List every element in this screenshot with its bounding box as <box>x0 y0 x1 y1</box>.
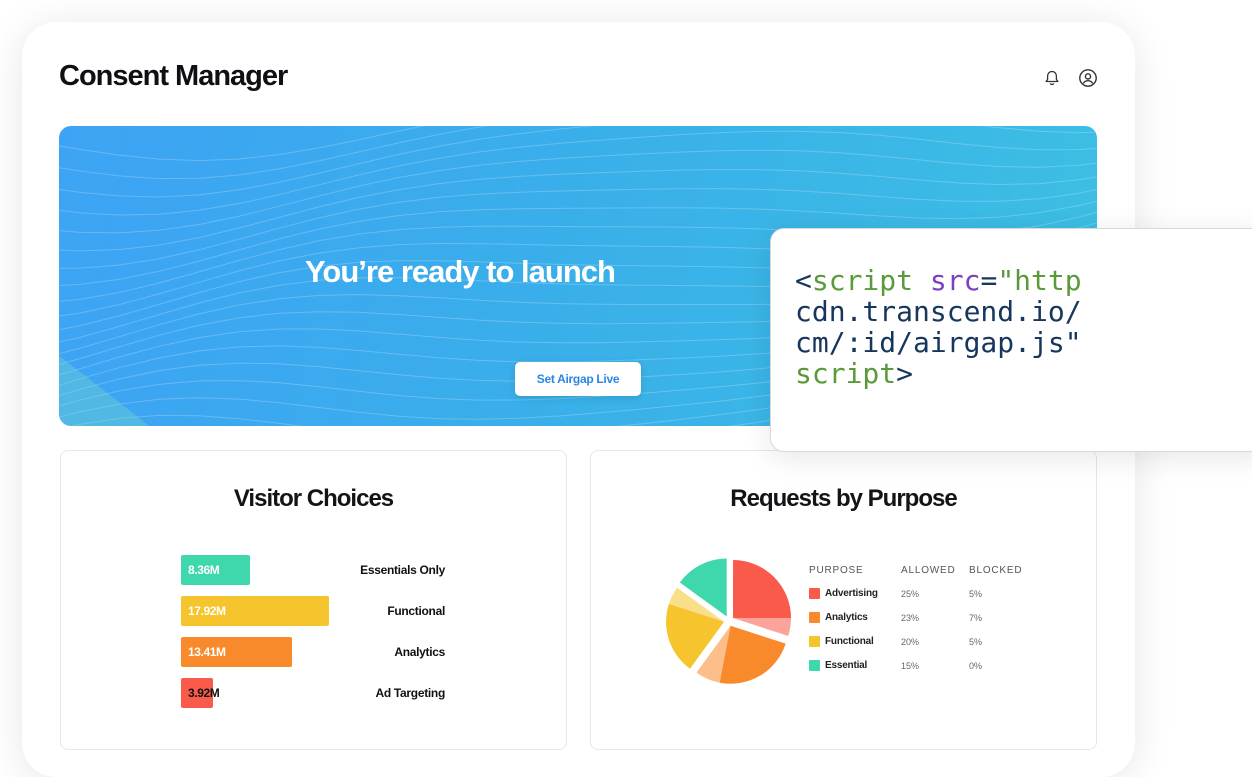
header-actions <box>1041 67 1099 89</box>
legend-swatch <box>809 588 820 599</box>
wave-line <box>59 126 426 162</box>
code-token: script <box>795 357 897 390</box>
legend-swatch <box>809 612 820 623</box>
legend-row: Functional 20% 5% <box>809 635 1009 649</box>
install-snippet-card: <script src="http cdn.transcend.io/ cm/:… <box>770 228 1252 452</box>
code-line: <script src="http <box>795 264 1082 297</box>
code-token: "http <box>997 264 1082 297</box>
legend-row: Essential 15% 0% <box>809 659 1009 673</box>
bar-category-label: Essentials Only <box>360 563 445 577</box>
legend-blocked-value: 5% <box>969 589 983 599</box>
user-circle-icon[interactable] <box>1077 67 1099 89</box>
legend-purpose-name: Analytics <box>825 612 868 623</box>
legend-column-header: ALLOWED <box>901 565 956 576</box>
bar-value-label: 3.92M <box>188 686 220 700</box>
legend-allowed-value: 15% <box>901 661 920 671</box>
code-line: cdn.transcend.io/ <box>795 295 1082 328</box>
bar-row: 3.92M Ad Targeting <box>181 678 451 708</box>
code-line: cm/:id/airgap.js" <box>795 326 1082 359</box>
bar-row: 13.41M Analytics <box>181 637 451 667</box>
legend-purpose-name: Advertising <box>825 588 878 599</box>
visitor-choices-title: Visitor Choices <box>233 485 394 512</box>
wave-line <box>59 126 489 180</box>
pie-slice-advertising[interactable] <box>733 560 792 619</box>
legend-allowed-value: 25% <box>901 589 920 599</box>
bar-row: 8.36M Essentials Only <box>181 555 451 585</box>
pie-slice-analytics[interactable] <box>719 625 786 684</box>
legend-allowed-value: 20% <box>901 637 920 647</box>
requests-pie-chart <box>666 558 792 684</box>
code-token: > <box>896 357 914 390</box>
requests-by-purpose-panel: Requests by Purpose PURPOSE ALLOWED BLOCKE… <box>590 450 1097 750</box>
page-title: Consent Manager <box>59 60 288 92</box>
bar-value-label: 17.92M <box>188 604 226 618</box>
legend-allowed-value: 23% <box>901 613 920 623</box>
legend-blocked-value: 5% <box>969 637 983 647</box>
bell-icon[interactable] <box>1041 67 1063 89</box>
set-airgap-live-button[interactable]: Set Airgap Live <box>515 362 641 396</box>
legend-purpose-name: Functional <box>825 636 874 647</box>
legend-row: Analytics 23% 7% <box>809 611 1009 625</box>
hero-title: You’re ready to launch <box>305 254 616 289</box>
legend-blocked-value: 0% <box>969 661 983 671</box>
wave-line <box>59 126 1097 198</box>
legend-purpose-name: Essential <box>825 660 868 671</box>
code-token: cm/:id/airgap.js" <box>795 326 1082 359</box>
code-token: script <box>811 264 914 297</box>
code-token: cdn.transcend.io/ <box>795 295 1082 328</box>
code-line: script> <box>795 357 913 390</box>
bar-value-label: 13.41M <box>188 645 226 659</box>
bar-row: 17.92M Functional <box>181 596 451 626</box>
legend-swatch <box>809 660 820 671</box>
legend-row: Advertising 25% 5% <box>809 587 1009 601</box>
bar-category-label: Analytics <box>394 645 445 659</box>
bar-category-label: Functional <box>387 604 445 618</box>
code-fade-overlay <box>1101 229 1252 451</box>
legend-swatch <box>809 636 820 647</box>
visitor-choices-panel: Visitor Choices 8.36M Essentials Only 17.9… <box>60 450 567 750</box>
requests-by-purpose-title: Requests by Purpose <box>730 485 957 512</box>
legend-blocked-value: 7% <box>969 613 983 623</box>
code-token: src <box>929 264 981 297</box>
wave-line <box>59 149 1097 234</box>
code-token: < <box>795 264 812 297</box>
legend-column-header: PURPOSE <box>809 565 864 576</box>
legend-column-header: BLOCKED <box>969 565 1023 576</box>
bar-value-label: 8.36M <box>188 563 220 577</box>
airgap-script-snippet: <script src="http cdn.transcend.io/ cm/:… <box>795 265 1082 389</box>
code-token: = <box>980 264 998 297</box>
bar-category-label: Ad Targeting <box>375 686 445 700</box>
